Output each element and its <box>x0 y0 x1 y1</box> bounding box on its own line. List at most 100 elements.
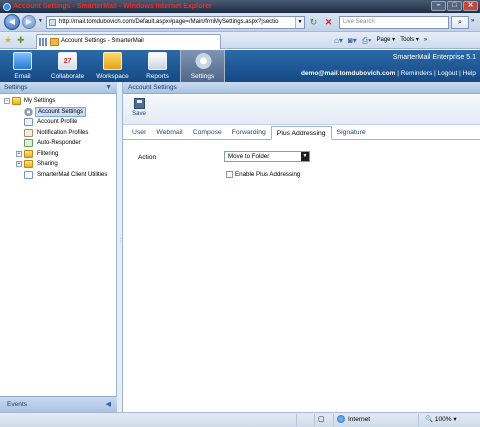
reports-icon <box>148 52 167 70</box>
main-content: Account Settings Save User Webmail Compo… <box>123 82 480 412</box>
security-icon: ▢ <box>318 416 325 423</box>
tree-item-client-utilities[interactable]: SmarterMail Client Utilities <box>0 170 117 181</box>
tree-label: My Settings <box>24 98 56 104</box>
tab-signature[interactable]: Signature <box>332 126 371 140</box>
maximize-button[interactable]: □ <box>447 1 462 11</box>
sidebar-header[interactable]: Settings ▼ <box>0 82 117 94</box>
tree-item-my-settings[interactable]: − My Settings <box>0 96 117 107</box>
minimize-button[interactable]: – <box>431 1 446 11</box>
tree-label: SmarterMail Client Utilities <box>37 171 108 178</box>
tab-webmail[interactable]: Webmail <box>151 126 187 140</box>
calendar-icon <box>58 52 77 70</box>
home-icon[interactable]: ⌂▾ <box>334 35 343 46</box>
add-favorites-icon[interactable]: ✚ <box>17 35 25 45</box>
tree-item-filtering[interactable]: + Filtering <box>0 149 117 160</box>
content-header: Account Settings <box>123 82 480 94</box>
settings-gear-icon <box>194 52 213 70</box>
action-value: Move to Folder <box>228 153 270 160</box>
nav-email[interactable]: Email <box>0 50 45 82</box>
auto-responder-icon <box>24 139 33 147</box>
folder-icon <box>24 160 33 168</box>
status-divider <box>418 414 419 426</box>
address-bar[interactable]: http://mail.tomdubovich.com/Default.aspx… <box>46 16 305 29</box>
utilities-icon <box>24 170 33 179</box>
action-label: Action <box>138 154 157 161</box>
tree-label: Account Settings <box>35 106 87 117</box>
tree-label: Filtering <box>37 150 59 157</box>
settings-icon <box>24 107 33 116</box>
content-toolbar: Save <box>123 95 480 125</box>
tree-item-auto-responder[interactable]: Auto-Responder <box>0 138 117 149</box>
tab-user[interactable]: User <box>127 126 151 140</box>
tools-menu[interactable]: Tools ▾ <box>400 35 419 46</box>
tree-item-notification-profiles[interactable]: Notification Profiles <box>0 128 117 139</box>
zoom-control[interactable]: 🔍 100% ▾ <box>425 413 457 427</box>
chevron-right-icon[interactable]: » <box>471 18 474 24</box>
tree-item-sharing[interactable]: + Sharing <box>0 159 117 170</box>
address-url: http://mail.tomdubovich.com/Default.aspx… <box>59 19 279 25</box>
settings-tree: − My Settings Account Settings Account P… <box>0 96 117 180</box>
tab-favicon-icon <box>50 38 59 46</box>
recent-pages-dropdown-icon[interactable]: ▼ <box>38 18 43 24</box>
expand-left-icon[interactable]: ◀ <box>106 397 111 413</box>
search-input[interactable]: Live Search <box>339 16 449 29</box>
tab-toolbar: ★ ✚ Account Settings - SmarterMail ⌂▾ ◙▾… <box>0 32 480 49</box>
more-commands-icon[interactable]: » <box>424 35 427 46</box>
action-select[interactable]: Move to Folder ▼ <box>224 151 310 162</box>
workspace-icon <box>103 52 122 70</box>
events-panel-header[interactable]: Events ◀ <box>0 396 117 412</box>
refresh-icon[interactable]: ↻ <box>307 16 320 29</box>
nav-settings[interactable]: Settings <box>180 50 225 82</box>
back-button[interactable]: ◀ <box>4 14 20 30</box>
browser-tab[interactable]: Account Settings - SmarterMail <box>36 34 221 49</box>
profile-icon <box>24 118 33 126</box>
sidebar-title: Settings <box>4 84 28 91</box>
settings-sidebar: Settings ▼ − My Settings Account Setting… <box>0 82 117 412</box>
events-title: Events <box>7 401 27 408</box>
nav-collaborate[interactable]: Collaborate <box>45 50 90 82</box>
command-bar: ⌂▾ ◙▾ ⎙▾ Page ▾ Tools ▾ » <box>334 35 427 46</box>
close-window-button[interactable]: ✕ <box>463 1 478 11</box>
chevron-down-icon[interactable]: ▼ <box>301 152 309 161</box>
nav-reports[interactable]: Reports <box>135 50 180 82</box>
save-disk-icon <box>133 98 145 109</box>
page-menu[interactable]: Page ▾ <box>376 35 395 46</box>
window-title-bar: Account Settings - SmarterMail - Windows… <box>0 0 480 13</box>
tab-plus-addressing[interactable]: Plus Addressing <box>270 126 332 140</box>
tab-compose[interactable]: Compose <box>188 126 227 140</box>
search-icon[interactable]: ⌕ <box>451 16 469 29</box>
stop-icon[interactable]: ✕ <box>322 16 335 29</box>
collapse-node-icon[interactable]: − <box>4 98 10 104</box>
print-icon[interactable]: ⎙▾ <box>362 35 372 46</box>
expand-node-icon[interactable]: + <box>16 161 22 167</box>
expand-node-icon[interactable]: + <box>16 150 22 157</box>
tools-menu-label: Tools <box>400 37 415 43</box>
tree-item-account-profile[interactable]: Account Profile <box>0 117 117 128</box>
favorites-star-icon[interactable]: ★ <box>4 35 12 45</box>
tab-forwarding[interactable]: Forwarding <box>227 126 271 140</box>
user-links[interactable]: | Reminders | Logout | Help <box>395 70 476 77</box>
feeds-icon[interactable]: ◙▾ <box>348 35 357 46</box>
ie-logo-icon <box>3 3 11 11</box>
window-title: Account Settings - SmarterMail - Windows… <box>13 3 212 10</box>
user-bar: demo@mail.tomdubovich.com | Reminders | … <box>301 70 476 77</box>
nav-label: Collaborate <box>50 73 85 80</box>
quick-tabs-icon[interactable] <box>39 38 47 46</box>
address-dropdown-icon[interactable]: ▼ <box>295 17 304 28</box>
tree-item-account-settings[interactable]: Account Settings <box>0 106 117 117</box>
save-button[interactable]: Save <box>129 98 149 122</box>
security-zone[interactable]: Internet <box>337 413 370 427</box>
page-menu-label: Page <box>376 37 391 43</box>
tree-label: Notification Profiles <box>37 129 89 136</box>
status-bar: ▢ Internet 🔍 100% ▾ <box>0 412 480 427</box>
tree-label: Account Profile <box>37 119 78 125</box>
product-name: SmarterMail Enterprise 5.1 <box>392 54 476 61</box>
forward-button[interactable]: ▶ <box>22 15 36 29</box>
notification-icon <box>24 128 33 137</box>
status-divider <box>296 414 297 426</box>
collapse-icon[interactable]: ▼ <box>105 82 112 94</box>
nav-label: Reports <box>146 73 169 80</box>
window-controls: – □ ✕ <box>431 1 478 11</box>
enable-plus-addressing-checkbox[interactable] <box>226 171 233 178</box>
nav-workspace[interactable]: Workspace <box>90 50 135 82</box>
